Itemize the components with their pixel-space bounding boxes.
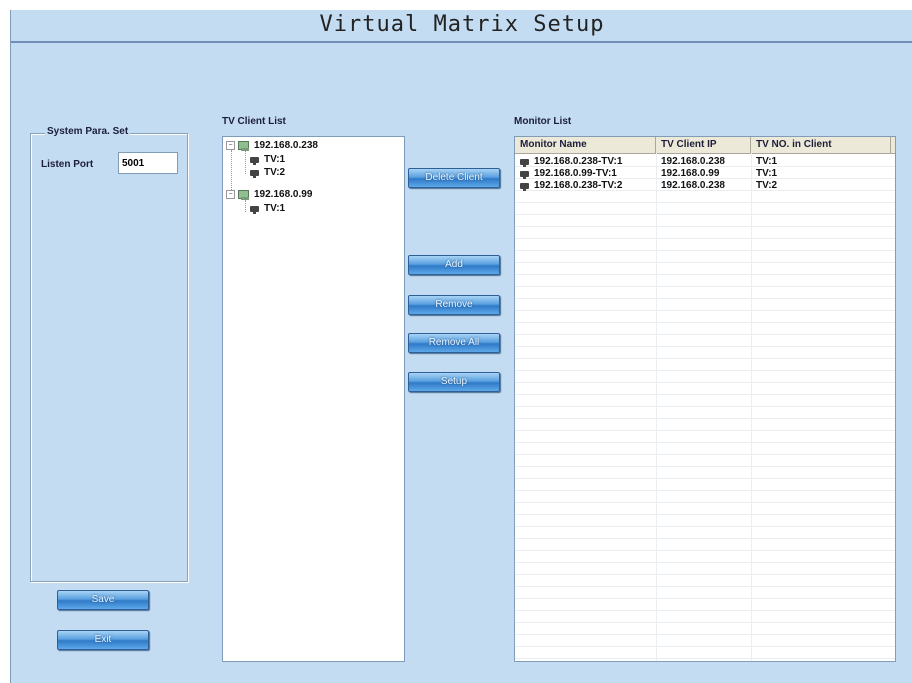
- column-header[interactable]: TV NO. in Client: [751, 137, 891, 153]
- tree-tv-label: TV:2: [264, 167, 286, 178]
- window-title: Virtual Matrix Setup: [319, 12, 605, 37]
- table-row[interactable]: 192.168.0.238-TV:2 192.168.0.238 TV:2: [515, 180, 895, 191]
- row-gridline: [515, 358, 895, 359]
- tree-client-label: 192.168.0.238: [254, 140, 318, 151]
- monitor-list-table[interactable]: Monitor Name TV Client IP TV NO. in Clie…: [514, 136, 896, 662]
- exit-button[interactable]: Exit: [57, 630, 149, 650]
- row-gridline: [515, 442, 895, 443]
- tv-client-tree[interactable]: − 192.168.0.238 TV:1 TV:2 − 192.168.0.99…: [222, 136, 405, 662]
- row-gridline: [515, 502, 895, 503]
- table-row[interactable]: 192.168.0.238-TV:1 192.168.0.238 TV:1: [515, 156, 895, 167]
- tree-connector: [231, 150, 232, 192]
- system-params-legend: System Para. Set: [45, 126, 131, 137]
- tree-tv-node[interactable]: TV:1: [250, 154, 285, 165]
- row-gridline: [515, 238, 895, 239]
- tree-connector: [245, 200, 246, 212]
- row-gridline: [515, 466, 895, 467]
- row-gridline: [515, 550, 895, 551]
- row-gridline: [515, 262, 895, 263]
- client-ip-cell: 192.168.0.238: [661, 156, 725, 167]
- row-gridline: [515, 322, 895, 323]
- monitor-icon: [250, 169, 259, 178]
- monitor-list-label: Monitor List: [514, 116, 572, 127]
- listen-port-input[interactable]: [118, 152, 178, 174]
- column-header[interactable]: Monitor Name: [515, 137, 656, 153]
- tv-no-cell: TV:2: [756, 180, 778, 191]
- row-gridline: [515, 382, 895, 383]
- row-gridline: [515, 226, 895, 227]
- row-gridline: [515, 250, 895, 251]
- row-gridline: [515, 478, 895, 479]
- row-gridline: [515, 514, 895, 515]
- table-row[interactable]: 192.168.0.99-TV:1 192.168.0.99 TV:1: [515, 168, 895, 179]
- column-header[interactable]: TV Client IP: [656, 137, 751, 153]
- row-gridline: [515, 298, 895, 299]
- row-gridline: [515, 310, 895, 311]
- row-gridline: [515, 610, 895, 611]
- row-gridline: [515, 418, 895, 419]
- row-gridline: [515, 634, 895, 635]
- row-gridline: [515, 490, 895, 491]
- row-gridline: [515, 286, 895, 287]
- row-gridline: [515, 394, 895, 395]
- row-gridline: [515, 346, 895, 347]
- save-button[interactable]: Save: [57, 590, 149, 610]
- row-gridline: [515, 274, 895, 275]
- tree-tv-node[interactable]: TV:2: [250, 167, 285, 178]
- tv-client-list-label: TV Client List: [222, 116, 286, 127]
- listen-port-label: Listen Port: [41, 159, 94, 170]
- row-gridline: [515, 562, 895, 563]
- client-ip-cell: 192.168.0.99: [661, 168, 720, 179]
- minus-expander-icon[interactable]: −: [226, 141, 235, 150]
- row-gridline: [515, 334, 895, 335]
- computer-icon: [238, 140, 250, 151]
- row-gridline: [515, 658, 895, 659]
- tree-tv-label: TV:1: [264, 203, 286, 214]
- title-bar: Virtual Matrix Setup: [11, 10, 912, 43]
- row-gridline: [515, 454, 895, 455]
- tree-tv-label: TV:1: [264, 154, 286, 165]
- tree-client-label: 192.168.0.99: [254, 189, 313, 200]
- remove-all-button[interactable]: Remove All: [408, 333, 500, 353]
- row-gridline: [515, 406, 895, 407]
- computer-icon: [238, 189, 250, 200]
- monitor-name-cell: 192.168.0.238-TV:2: [534, 180, 623, 191]
- tree-connector: [245, 151, 246, 174]
- monitor-name-cell: 192.168.0.99-TV:1: [534, 168, 617, 179]
- client-ip-cell: 192.168.0.238: [661, 180, 725, 191]
- system-params-group: [30, 133, 188, 582]
- table-header: Monitor Name TV Client IP TV NO. in Clie…: [515, 137, 895, 154]
- row-gridline: [515, 574, 895, 575]
- row-gridline: [515, 538, 895, 539]
- monitor-icon: [250, 205, 259, 214]
- row-gridline: [515, 646, 895, 647]
- row-gridline: [515, 214, 895, 215]
- remove-button[interactable]: Remove: [408, 295, 500, 315]
- tree-client-node[interactable]: − 192.168.0.238: [226, 140, 318, 151]
- tv-no-cell: TV:1: [756, 168, 778, 179]
- row-gridline: [515, 622, 895, 623]
- tree-client-node[interactable]: − 192.168.0.99: [226, 189, 312, 200]
- monitor-icon: [250, 156, 259, 165]
- monitor-icon: [520, 182, 529, 191]
- minus-expander-icon[interactable]: −: [226, 190, 235, 199]
- row-gridline: [515, 586, 895, 587]
- row-gridline: [515, 526, 895, 527]
- row-gridline: [515, 430, 895, 431]
- row-gridline: [515, 202, 895, 203]
- app-window: Virtual Matrix Setup System Para. Set Li…: [10, 10, 912, 683]
- column-divider: [751, 153, 752, 661]
- tv-no-cell: TV:1: [756, 156, 778, 167]
- setup-button[interactable]: Setup: [408, 372, 500, 392]
- delete-client-button[interactable]: Delete Client: [408, 168, 500, 188]
- monitor-name-cell: 192.168.0.238-TV:1: [534, 156, 623, 167]
- monitor-icon: [520, 170, 529, 179]
- tree-tv-node[interactable]: TV:1: [250, 203, 285, 214]
- row-gridline: [515, 598, 895, 599]
- column-divider: [656, 153, 657, 661]
- monitor-icon: [520, 158, 529, 167]
- row-gridline: [515, 370, 895, 371]
- add-button[interactable]: Add: [408, 255, 500, 275]
